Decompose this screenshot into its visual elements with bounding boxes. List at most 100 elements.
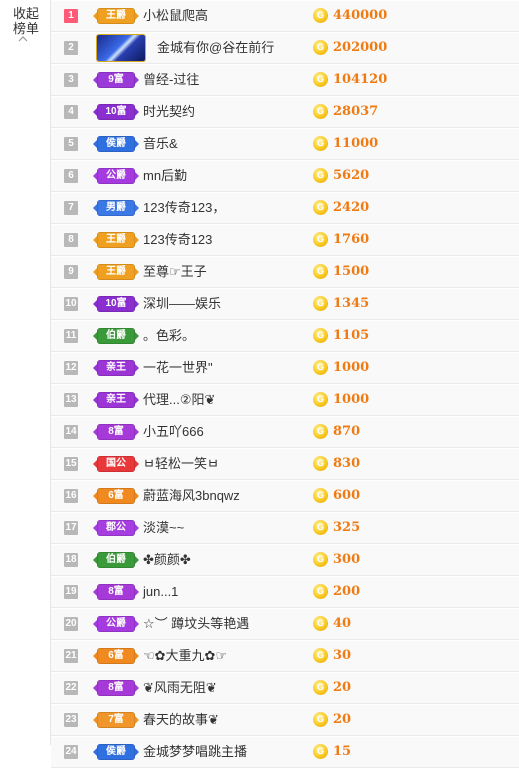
contribution-value: 28037 (333, 104, 379, 119)
ranking-row[interactable]: 15 国公 ㅂ轻松一笑ㅂ G 830 (51, 449, 519, 480)
rank-number: 20 (64, 617, 78, 631)
user-name[interactable]: 小五吖666 (143, 417, 204, 447)
ranking-row[interactable]: 5 侯爵 音乐& G 11000 (51, 129, 519, 160)
user-name[interactable]: 小松鼠爬高 (143, 1, 208, 31)
user-avatar (97, 35, 145, 61)
coin-icon: G (313, 40, 328, 55)
rank-number: 8 (64, 233, 78, 247)
user-name[interactable]: ㅂ轻松一笑ㅂ (143, 449, 219, 479)
level-badge: 郡公 (93, 520, 139, 536)
contribution-value: 20 (333, 680, 352, 695)
user-name[interactable]: ✤颜颜✤ (143, 545, 191, 575)
user-name[interactable]: 淡漠~~ (143, 513, 184, 543)
contribution-value: 1500 (333, 264, 370, 279)
ranking-row[interactable]: 1 王爵 小松鼠爬高 G 440000 (51, 1, 519, 32)
user-name[interactable]: jun...1 (143, 577, 178, 607)
user-name[interactable]: 时光契约 (143, 97, 195, 127)
ranking-row[interactable]: 22 8富 ❦风雨无阻❦ G 20 (51, 673, 519, 704)
ranking-row[interactable]: 19 8富 jun...1 G 200 (51, 577, 519, 608)
level-badge: 王爵 (93, 8, 139, 24)
user-name[interactable]: mn后勤 (143, 161, 187, 191)
user-name[interactable]: 一花一世界" (143, 353, 213, 383)
collapse-ranking-button[interactable]: 收起榜单 (8, 6, 44, 36)
rank-number: 1 (64, 9, 78, 23)
coin-icon: G (313, 552, 328, 567)
rank-number: 24 (64, 745, 78, 759)
level-badge: 公爵 (93, 616, 139, 632)
rank-number: 16 (64, 489, 78, 503)
user-name[interactable]: 金城梦梦唱跳主播 (143, 737, 247, 767)
user-name[interactable]: 深圳——娱乐 (143, 289, 221, 319)
level-badge: 8富 (93, 680, 139, 696)
level-badge: 亲王 (93, 392, 139, 408)
ranking-row[interactable]: 9 王爵 至尊☞王子 G 1500 (51, 257, 519, 288)
rank-number: 5 (64, 137, 78, 151)
contribution-value: 300 (333, 552, 361, 567)
coin-icon: G (313, 584, 328, 599)
ranking-row[interactable]: 2 金城有你@谷在前行 G 202000 (51, 33, 519, 64)
ranking-row[interactable]: 20 公爵 ☆︶ 蹲坟头等艳遇 G 40 (51, 609, 519, 640)
ranking-row[interactable]: 21 6富 ☜✿大重九✿☞ G 30 (51, 641, 519, 672)
level-badge: 10富 (93, 296, 139, 312)
ranking-row[interactable]: 7 男爵 123传奇123， G 2420 (51, 193, 519, 224)
contribution-value: 20 (333, 712, 352, 727)
contribution-value: 15 (333, 744, 352, 759)
user-name[interactable]: 。色彩。 (143, 321, 195, 351)
user-name[interactable]: ❦风雨无阻❦ (143, 673, 217, 703)
rank-number: 23 (64, 713, 78, 727)
coin-icon: G (313, 360, 328, 375)
user-name[interactable]: 金城有你@谷在前行 (157, 33, 274, 63)
level-badge: 王爵 (93, 232, 139, 248)
user-name[interactable]: 音乐& (143, 129, 178, 159)
level-badge: 王爵 (93, 264, 139, 280)
coin-icon: G (313, 520, 328, 535)
level-badge: 侯爵 (93, 744, 139, 760)
ranking-row[interactable]: 3 9富 曾经-过往 G 104120 (51, 65, 519, 96)
ranking-row[interactable]: 18 伯爵 ✤颜颜✤ G 300 (51, 545, 519, 576)
contribution-value: 104120 (333, 72, 388, 87)
rank-number: 7 (64, 201, 78, 215)
ranking-row[interactable]: 12 亲王 一花一世界" G 1000 (51, 353, 519, 384)
coin-icon: G (313, 8, 328, 23)
coin-icon: G (313, 328, 328, 343)
rank-number: 3 (64, 73, 78, 87)
user-name[interactable]: 曾经-过往 (143, 65, 199, 95)
ranking-row[interactable]: 10 10富 深圳——娱乐 G 1345 (51, 289, 519, 320)
contribution-value: 600 (333, 488, 361, 503)
ranking-row[interactable]: 4 10富 时光契约 G 28037 (51, 97, 519, 128)
ranking-row[interactable]: 16 6富 蔚蓝海风3bnqwz G 600 (51, 481, 519, 512)
rank-number: 14 (64, 425, 78, 439)
user-name[interactable]: ☜✿大重九✿☞ (143, 641, 227, 671)
coin-icon: G (313, 680, 328, 695)
user-name[interactable]: 123传奇123， (143, 193, 225, 223)
contribution-value: 30 (333, 648, 352, 663)
user-name[interactable]: 蔚蓝海风3bnqwz (143, 481, 240, 511)
level-badge: 男爵 (93, 200, 139, 216)
contribution-value: 1000 (333, 392, 370, 407)
ranking-row[interactable]: 11 伯爵 。色彩。 G 1105 (51, 321, 519, 352)
contribution-value: 40 (333, 616, 352, 631)
user-name[interactable]: 代理...②阳❦ (143, 385, 215, 415)
level-badge: 亲王 (93, 360, 139, 376)
user-name[interactable]: 123传奇123 (143, 225, 212, 255)
user-name[interactable]: ☆︶ 蹲坟头等艳遇 (143, 609, 249, 639)
ranking-row[interactable]: 14 8富 小五吖666 G 870 (51, 417, 519, 448)
coin-icon: G (313, 264, 328, 279)
chevron-up-icon[interactable] (18, 34, 28, 44)
rank-number: 12 (64, 361, 78, 375)
ranking-row[interactable]: 8 王爵 123传奇123 G 1760 (51, 225, 519, 256)
user-name[interactable]: 春天的故事❦ (143, 705, 219, 735)
ranking-row[interactable]: 17 郡公 淡漠~~ G 325 (51, 513, 519, 544)
ranking-row[interactable]: 23 7富 春天的故事❦ G 20 (51, 705, 519, 736)
coin-icon: G (313, 488, 328, 503)
contribution-value: 2420 (333, 200, 370, 215)
rank-number: 11 (64, 329, 78, 343)
coin-icon: G (313, 168, 328, 183)
user-name[interactable]: 至尊☞王子 (143, 257, 207, 287)
ranking-row[interactable]: 13 亲王 代理...②阳❦ G 1000 (51, 385, 519, 416)
contribution-value: 1345 (333, 296, 370, 311)
contribution-value: 1105 (333, 328, 370, 343)
ranking-row[interactable]: 6 公爵 mn后勤 G 5620 (51, 161, 519, 192)
ranking-row[interactable]: 24 侯爵 金城梦梦唱跳主播 G 15 (51, 737, 519, 768)
coin-icon: G (313, 712, 328, 727)
